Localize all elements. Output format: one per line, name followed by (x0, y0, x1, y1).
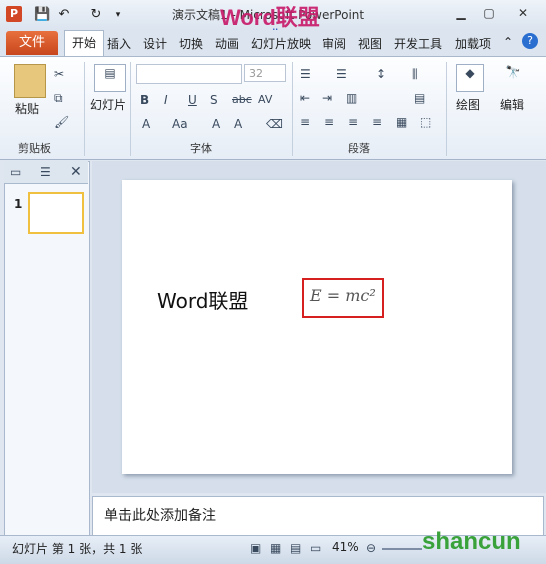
columns-icon[interactable]: ▥ (346, 90, 357, 106)
editing-label[interactable]: 编辑 (500, 96, 524, 113)
outline-tab-icon[interactable]: ☰ (40, 164, 51, 180)
cut-icon[interactable]: ✂ (54, 66, 64, 82)
slide-text-box[interactable]: Word联盟 (157, 285, 248, 314)
copy-icon[interactable]: ⧉ (54, 90, 63, 106)
line-spacing-icon[interactable]: ↕ (376, 66, 386, 82)
slides-tab-icon[interactable]: ▭ (10, 164, 21, 180)
paste-label[interactable]: 粘贴 (15, 100, 39, 117)
reading-view-icon[interactable]: ▤ (290, 540, 301, 556)
font-color-icon[interactable]: A (142, 116, 150, 132)
paste-icon[interactable] (14, 64, 46, 98)
strikethrough-icon[interactable]: abc (232, 92, 252, 108)
grow-font-icon[interactable]: A (212, 116, 220, 132)
align-center-icon[interactable]: ≡ (324, 114, 334, 130)
distributed-icon[interactable]: ▦ (396, 114, 407, 130)
zoom-slider[interactable] (382, 548, 422, 550)
close-button[interactable]: ✕ (510, 4, 536, 22)
underline-icon[interactable]: U (188, 92, 197, 108)
new-slide-label[interactable]: 幻灯片 (90, 96, 126, 113)
font-size-combo[interactable]: 32 (244, 64, 286, 82)
equation[interactable]: E = mc² (310, 286, 376, 305)
increase-indent-icon[interactable]: ⇥ (322, 90, 332, 106)
close-pane-icon[interactable]: ✕ (70, 164, 82, 180)
italic-icon[interactable]: I (164, 92, 168, 108)
clipboard-group-label: 剪贴板 (18, 142, 51, 155)
tab-addins[interactable]: 加载项 (455, 35, 491, 52)
group-separator (446, 62, 447, 156)
tab-developer[interactable]: 开发工具 (394, 35, 442, 52)
help-icon[interactable]: ? (522, 33, 538, 49)
minimize-button[interactable]: ▁ (448, 4, 474, 22)
tab-view[interactable]: 视图 (358, 35, 382, 52)
normal-view-icon[interactable]: ▣ (250, 540, 261, 556)
align-text-icon[interactable]: ▤ (414, 90, 425, 106)
change-case-icon[interactable]: Aa (172, 116, 188, 132)
shrink-font-icon[interactable]: A (234, 116, 242, 132)
group-separator (292, 62, 293, 156)
smartart-icon[interactable]: ⬚ (420, 114, 431, 130)
tab-design[interactable]: 设计 (143, 35, 167, 52)
slide-thumbnail[interactable] (28, 192, 84, 234)
group-separator (84, 62, 85, 156)
justify-icon[interactable]: ≡ (372, 114, 382, 130)
char-spacing-icon[interactable]: AV (258, 92, 272, 108)
drawing-label[interactable]: 绘图 (456, 96, 480, 113)
bullets-icon[interactable]: ☰ (300, 66, 311, 82)
decrease-indent-icon[interactable]: ⇤ (300, 90, 310, 106)
tab-home[interactable]: 开始 (64, 30, 104, 57)
slide-sorter-icon[interactable]: ▦ (270, 540, 281, 556)
paragraph-group-label: 段落 (348, 142, 370, 155)
notes-placeholder[interactable]: 单击此处添加备注 (104, 505, 216, 525)
collapse-ribbon-icon[interactable]: ⌃ (503, 35, 513, 49)
bold-icon[interactable]: B (140, 92, 149, 108)
maximize-button[interactable]: ▢ (476, 4, 502, 22)
align-left-icon[interactable]: ≡ (300, 114, 310, 130)
numbering-icon[interactable]: ☰ (336, 66, 347, 82)
slide-counter: 幻灯片 第 1 张，共 1 张 (12, 542, 143, 556)
zoom-out-icon[interactable]: ⊖ (366, 540, 376, 556)
shapes-icon[interactable]: ◆ (456, 64, 484, 92)
zoom-level[interactable]: 41% (332, 540, 359, 554)
watermark-shancun: shancun (422, 528, 521, 555)
slide[interactable] (122, 180, 512, 474)
group-separator (130, 62, 131, 156)
tab-file[interactable]: 文件 (6, 31, 58, 55)
clear-formatting-icon[interactable]: ⌫ (266, 116, 283, 132)
align-right-icon[interactable]: ≡ (348, 114, 358, 130)
save-icon[interactable]: 💾 (34, 7, 50, 23)
shadow-icon[interactable]: S (210, 92, 218, 108)
font-name-combo[interactable] (136, 64, 242, 84)
tab-review[interactable]: 审阅 (322, 35, 346, 52)
redo-icon[interactable]: ↻ (88, 7, 104, 23)
tab-animations[interactable]: 动画 (215, 35, 239, 52)
powerpoint-app-icon[interactable]: P (6, 6, 22, 22)
new-slide-icon[interactable]: ▤ (94, 64, 126, 92)
slideshow-view-icon[interactable]: ▭ (310, 540, 321, 556)
tab-insert[interactable]: 插入 (107, 35, 131, 52)
slide-thumbnail-number: 1 (14, 197, 23, 211)
tab-slideshow[interactable]: 幻灯片放映 (251, 35, 311, 52)
format-painter-icon[interactable]: 🖌 (54, 114, 69, 130)
font-group-label: 字体 (190, 142, 212, 155)
find-binoculars-icon[interactable]: 🔭 (500, 64, 526, 90)
customize-quick-access-icon[interactable]: ▾ (110, 7, 126, 23)
tab-transitions[interactable]: 切换 (179, 35, 203, 52)
undo-icon[interactable]: ↶ (56, 7, 72, 23)
text-direction-icon[interactable]: ⫼ (412, 66, 418, 82)
